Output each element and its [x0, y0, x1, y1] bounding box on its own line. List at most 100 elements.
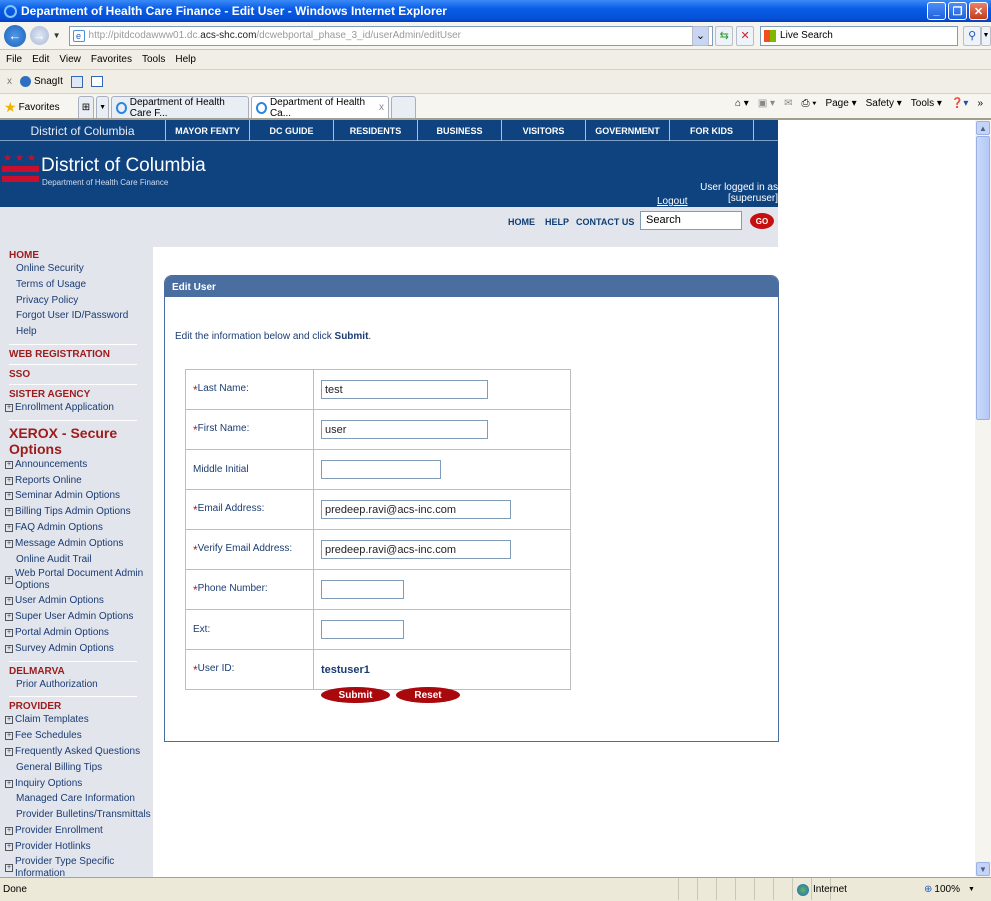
- verify-email-address-input[interactable]: [321, 540, 511, 559]
- site-search-input[interactable]: Search: [640, 211, 742, 230]
- sidebar-item-terms[interactable]: Terms of Usage: [0, 277, 153, 293]
- zoom-dropdown-icon[interactable]: ▼: [968, 886, 975, 893]
- home-icon[interactable]: ⌂ ▾: [735, 98, 749, 109]
- util-help-link[interactable]: HELP: [545, 217, 569, 227]
- expand-icon[interactable]: +: [5, 460, 13, 469]
- menu-tools[interactable]: Tools: [142, 54, 165, 65]
- expand-icon[interactable]: +: [5, 747, 13, 756]
- submit-button[interactable]: Submit: [321, 687, 390, 703]
- menu-favorites[interactable]: Favorites: [91, 54, 132, 65]
- reset-button[interactable]: Reset: [396, 687, 460, 703]
- nav-for-kids[interactable]: FOR KIDS: [670, 120, 754, 141]
- tab-2-active[interactable]: Department of Health Ca... x: [251, 96, 390, 119]
- snagit-button[interactable]: SnagIt: [20, 76, 63, 87]
- first-name-input[interactable]: [321, 420, 488, 439]
- sidebar-item-seminar-admin-options[interactable]: + Seminar Admin Options: [0, 488, 153, 504]
- expand-icon[interactable]: +: [5, 779, 13, 788]
- page-menu[interactable]: Page ▾: [825, 98, 856, 109]
- favorites-button[interactable]: ★ Favorites: [4, 96, 60, 118]
- go-button[interactable]: GO: [750, 213, 774, 229]
- feeds-icon[interactable]: ▣ ▾: [758, 98, 775, 109]
- nav-dc-home[interactable]: District of Columbia: [0, 120, 166, 141]
- expand-icon[interactable]: +: [5, 508, 13, 517]
- nav-residents[interactable]: RESIDENTS: [334, 120, 418, 141]
- live-search-input[interactable]: Live Search: [760, 25, 959, 46]
- sidebar-header-web-registration[interactable]: WEB REGISTRATION: [0, 349, 153, 360]
- expand-icon[interactable]: +: [5, 576, 13, 585]
- address-field[interactable]: e http://pitdcodawww01.dc. acs-shc.com/dc…: [68, 25, 713, 46]
- sidebar-item-portal-admin-options[interactable]: + Portal Admin Options: [0, 625, 153, 641]
- expand-icon[interactable]: +: [5, 826, 13, 835]
- expand-icon[interactable]: +: [5, 523, 13, 532]
- scroll-down-arrow-icon[interactable]: ▼: [976, 862, 990, 876]
- scroll-up-arrow-icon[interactable]: ▲: [976, 121, 990, 135]
- sidebar-item-inquiry-options[interactable]: + Inquiry Options: [0, 776, 153, 792]
- chevron-more-icon[interactable]: »: [977, 98, 983, 109]
- scroll-thumb[interactable]: [976, 136, 990, 420]
- close-tab-icon[interactable]: x: [379, 102, 384, 113]
- help-icon[interactable]: ❓▾: [951, 98, 968, 109]
- sidebar-item-prior-authorization[interactable]: Prior Authorization: [0, 677, 153, 693]
- middle-initial-input[interactable]: [321, 460, 441, 479]
- menu-edit[interactable]: Edit: [32, 54, 49, 65]
- sidebar-item-faq-admin-options[interactable]: + FAQ Admin Options: [0, 520, 153, 536]
- expand-icon[interactable]: +: [5, 613, 13, 622]
- sidebar-item-survey-admin-options[interactable]: + Survey Admin Options: [0, 641, 153, 657]
- back-button[interactable]: ←: [4, 24, 26, 47]
- print-icon[interactable]: ⎙ ▾: [801, 98, 816, 109]
- sidebar-header-xerox[interactable]: XEROX - Secure Options: [0, 425, 153, 457]
- expand-icon[interactable]: +: [5, 492, 13, 501]
- expand-icon[interactable]: +: [5, 732, 13, 741]
- address-dropdown-button[interactable]: ⌄: [691, 25, 710, 46]
- quick-tabs-button[interactable]: ⊞: [77, 96, 95, 118]
- restore-button[interactable]: ❐: [948, 2, 967, 20]
- tab-list-dropdown[interactable]: ▼: [96, 96, 110, 118]
- sidebar-item-user-admin-options[interactable]: + User Admin Options: [0, 593, 153, 609]
- minimize-button[interactable]: _: [927, 2, 946, 20]
- close-toolbar-icon[interactable]: x: [7, 76, 12, 87]
- expand-icon[interactable]: +: [5, 644, 13, 653]
- tools-menu[interactable]: Tools ▾: [911, 98, 942, 109]
- safety-menu[interactable]: Safety ▾: [866, 98, 902, 109]
- sidebar-header-delmarva[interactable]: DELMARVA: [0, 666, 153, 677]
- sidebar-item-forgot-id[interactable]: Forgot User ID/Password: [0, 308, 153, 324]
- expand-icon[interactable]: +: [5, 476, 13, 485]
- menu-file[interactable]: File: [6, 54, 22, 65]
- sidebar-item-privacy[interactable]: Privacy Policy: [0, 293, 153, 309]
- sidebar-item-general-billing-tips[interactable]: General Billing Tips: [0, 760, 153, 776]
- sidebar-header-sister-agency[interactable]: SISTER AGENCY: [0, 389, 153, 400]
- sidebar-item-super-user-admin-options[interactable]: + Super User Admin Options: [0, 609, 153, 625]
- expand-icon[interactable]: +: [5, 539, 13, 548]
- nav-dc-guide[interactable]: DC GUIDE: [250, 120, 334, 141]
- nav-business[interactable]: BUSINESS: [418, 120, 502, 141]
- refresh-button[interactable]: ⇆: [715, 25, 734, 46]
- new-tab-button[interactable]: [391, 96, 417, 118]
- search-go-icon[interactable]: ⚲: [963, 25, 982, 46]
- menu-view[interactable]: View: [59, 54, 81, 65]
- sidebar-header-sso[interactable]: SSO: [0, 369, 153, 380]
- sidebar-item-claim-templates[interactable]: + Claim Templates: [0, 712, 153, 728]
- email-address-input[interactable]: [321, 500, 511, 519]
- sidebar-item-help[interactable]: Help: [0, 324, 153, 340]
- sidebar-item-web-portal-document-admin-options[interactable]: + Web Portal Document Admin Options: [0, 567, 153, 593]
- security-zone[interactable]: Internet: [797, 883, 847, 896]
- sidebar-item-enrollment[interactable]: + Enrollment Application: [0, 400, 153, 416]
- snagit-editor-icon[interactable]: [90, 76, 103, 87]
- sidebar-item-message-admin-options[interactable]: + Message Admin Options: [0, 536, 153, 552]
- sidebar-item-reports-online[interactable]: + Reports Online: [0, 473, 153, 489]
- expand-icon[interactable]: +: [5, 842, 13, 851]
- vertical-scrollbar[interactable]: ▲ ▼: [975, 120, 991, 877]
- snagit-capture-icon[interactable]: [70, 75, 83, 88]
- ext-input[interactable]: [321, 620, 404, 639]
- expand-icon[interactable]: +: [5, 716, 13, 725]
- expand-icon[interactable]: +: [5, 403, 13, 412]
- sidebar-item-provider-enrollment[interactable]: + Provider Enrollment: [0, 823, 153, 839]
- phone-number-input[interactable]: [321, 580, 404, 599]
- tab-1[interactable]: Department of Health Care F...: [111, 96, 250, 119]
- sidebar-item-online-audit-trail[interactable]: Online Audit Trail: [0, 552, 153, 568]
- sidebar-item-announcements[interactable]: + Announcements: [0, 457, 153, 473]
- expand-icon[interactable]: +: [5, 597, 13, 606]
- sidebar-item-provider-hotlinks[interactable]: + Provider Hotlinks: [0, 839, 153, 855]
- util-contact-link[interactable]: CONTACT US: [576, 217, 634, 227]
- nav-visitors[interactable]: VISITORS: [502, 120, 586, 141]
